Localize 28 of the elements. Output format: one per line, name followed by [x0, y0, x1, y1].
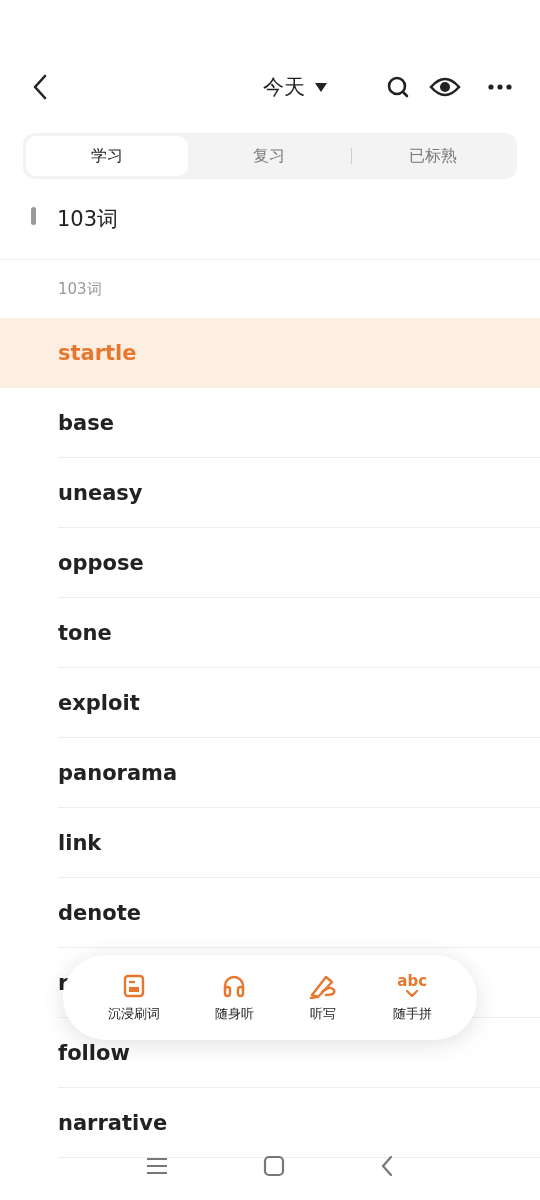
word-row[interactable]: tone: [0, 598, 540, 668]
section-marker: [31, 207, 36, 225]
date-dropdown[interactable]: 今天: [263, 73, 327, 101]
section-title: 103词: [57, 206, 119, 233]
more-icon[interactable]: [488, 84, 512, 90]
tab[interactable]: 复习: [188, 136, 351, 176]
search-icon[interactable]: [387, 76, 409, 98]
word-row[interactable]: oppose: [0, 528, 540, 598]
tool-button[interactable]: abc 随手拼: [392, 972, 432, 1023]
tool-button[interactable]: 听写: [308, 972, 339, 1023]
menu-icon[interactable]: [146, 1157, 168, 1175]
tool-button[interactable]: 沉浸刷词: [108, 972, 161, 1023]
tab[interactable]: 学习: [26, 136, 189, 176]
word-row[interactable]: denote: [0, 878, 540, 948]
home-icon[interactable]: [263, 1155, 285, 1177]
tool-button[interactable]: 随身听: [214, 972, 254, 1023]
back-icon[interactable]: [32, 74, 48, 100]
word-row[interactable]: base: [0, 388, 540, 458]
caret-icon: [315, 82, 327, 92]
word-count: 103词: [58, 279, 102, 299]
word-row[interactable]: exploit: [0, 668, 540, 738]
tab[interactable]: 已标熟: [351, 136, 514, 176]
card-icon: [123, 972, 146, 999]
word-row[interactable]: uneasy: [0, 458, 540, 528]
word-row[interactable]: link: [0, 808, 540, 878]
word-row[interactable]: panorama: [0, 738, 540, 808]
eye-icon[interactable]: [429, 76, 461, 98]
word-row[interactable]: narrative: [0, 1088, 540, 1158]
